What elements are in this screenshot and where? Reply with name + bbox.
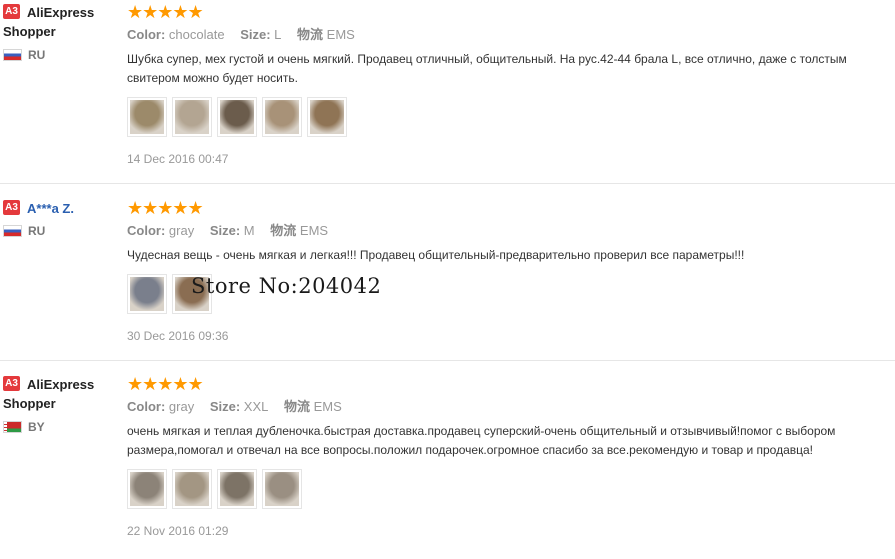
russia-flag-icon <box>3 49 22 61</box>
order-properties: Color: chocolate Size: L 物流 EMS <box>127 26 887 44</box>
shipping-value: EMS <box>326 27 355 42</box>
country-code: RU <box>28 48 46 62</box>
shipping-label: 物流 <box>284 399 311 414</box>
photo-image <box>130 277 164 311</box>
star-rating: ★★★★★ <box>127 198 204 218</box>
review-photo-thumbnail[interactable] <box>262 97 302 137</box>
russia-flag-icon <box>3 225 22 237</box>
size-value: L <box>274 27 282 42</box>
review-photo-thumbnail[interactable] <box>307 97 347 137</box>
review-photos <box>127 97 887 137</box>
review-text: очень мягкая и теплая дубленочка.быстрая… <box>127 424 836 457</box>
photo-image <box>130 100 164 134</box>
color-label: Color: <box>127 223 166 238</box>
country-code: BY <box>28 420 45 434</box>
shipping-label: 物流 <box>270 223 297 238</box>
reviewer-info: A3 A***a Z. RU <box>3 199 123 239</box>
reviewer-name-line2: Shopper <box>3 396 56 411</box>
review-item: A3 A***a Z. RU ★★★★★ Color: gray Size: M … <box>0 184 895 361</box>
review-item: A3 AliExpress Shopper RU ★★★★★ Color: cho… <box>0 0 895 184</box>
review-date: 14 Dec 2016 00:47 <box>127 152 229 166</box>
level-badge: A3 <box>3 4 20 19</box>
level-badge: A3 <box>3 376 20 391</box>
level-badge: A3 <box>3 200 20 215</box>
reviewer-name-line2: Shopper <box>3 24 56 39</box>
color-value: gray <box>168 223 195 238</box>
photo-image <box>310 100 344 134</box>
photo-image <box>130 472 164 506</box>
size-value: M <box>243 223 255 238</box>
color-value: gray <box>168 399 195 414</box>
photo-image <box>175 100 209 134</box>
country-info: BY <box>3 419 123 435</box>
review-content: ★★★★★ Color: chocolate Size: L 物流 EMS Шу… <box>127 3 887 166</box>
size-label: Size: <box>240 27 271 42</box>
store-watermark: Store No:204042 <box>191 274 382 298</box>
photo-image <box>220 100 254 134</box>
country-code: RU <box>28 224 46 238</box>
reviewer-info: A3 AliExpress Shopper RU <box>3 3 123 63</box>
review-photo-thumbnail[interactable] <box>172 97 212 137</box>
review-photo-thumbnail[interactable] <box>127 469 167 509</box>
order-properties: Color: gray Size: XXL 物流 EMS <box>127 398 887 416</box>
review-text: Шубка супер, мех густой и очень мягкий. … <box>127 52 847 85</box>
review-content: ★★★★★ Color: gray Size: M 物流 EMS Чудесна… <box>127 199 887 343</box>
review-photo-thumbnail[interactable] <box>127 97 167 137</box>
color-value: chocolate <box>168 27 225 42</box>
reviewer-name: AliExpress <box>27 5 95 20</box>
review-photo-thumbnail[interactable] <box>217 97 257 137</box>
review-item: A3 AliExpress Shopper BY ★★★★★ Color: gra… <box>0 361 895 559</box>
reviewer-info: A3 AliExpress Shopper BY <box>3 375 123 435</box>
photo-image <box>175 472 209 506</box>
color-label: Color: <box>127 399 166 414</box>
size-label: Size: <box>209 223 241 238</box>
shipping-label: 物流 <box>297 27 324 42</box>
review-photos <box>127 469 887 509</box>
review-photo-thumbnail[interactable] <box>217 469 257 509</box>
photo-image <box>265 100 299 134</box>
star-rating: ★★★★★ <box>127 374 204 394</box>
belarus-flag-icon <box>3 421 22 433</box>
shipping-value: EMS <box>313 399 342 414</box>
review-photo-thumbnail[interactable] <box>172 469 212 509</box>
reviewer-name[interactable]: A***a Z. <box>27 201 74 216</box>
color-label: Color: <box>127 27 166 42</box>
review-text: Чудесная вещь - очень мягкая и легкая!!!… <box>127 248 745 262</box>
review-date: 30 Dec 2016 09:36 <box>127 329 229 343</box>
review-photo-thumbnail[interactable] <box>262 469 302 509</box>
shipping-value: EMS <box>299 223 329 238</box>
review-date: 22 Nov 2016 01:29 <box>127 524 229 538</box>
photo-image <box>220 472 254 506</box>
order-properties: Color: gray Size: M 物流 EMS <box>127 222 887 240</box>
size-value: XXL <box>243 399 269 414</box>
reviewer-name: AliExpress <box>27 377 95 392</box>
country-info: RU <box>3 223 123 239</box>
star-rating: ★★★★★ <box>127 2 204 22</box>
size-label: Size: <box>209 399 241 414</box>
photo-image <box>265 472 299 506</box>
review-photo-thumbnail[interactable] <box>127 274 167 314</box>
review-content: ★★★★★ Color: gray Size: XXL 物流 EMS очень… <box>127 375 887 538</box>
country-info: RU <box>3 47 123 63</box>
